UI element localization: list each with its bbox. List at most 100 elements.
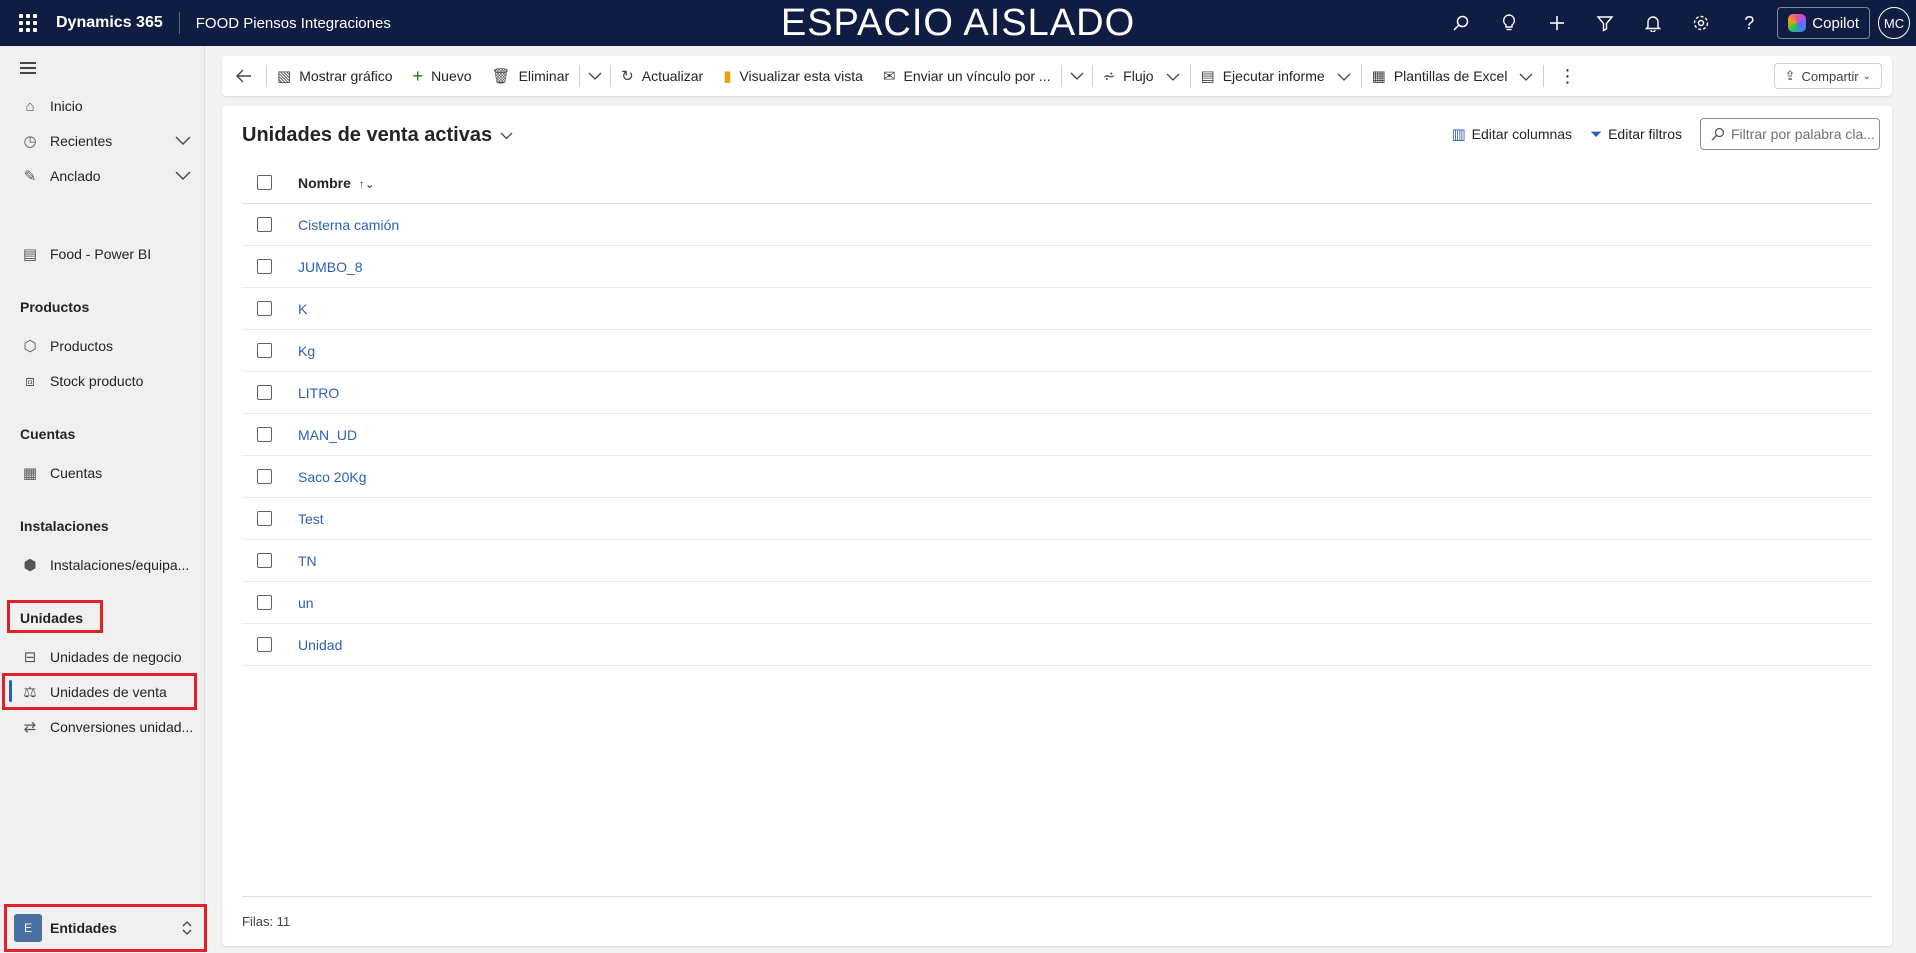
data-grid: Nombre ↑⌄ Cisterna camión JUMBO_8 K Kg L… [242, 162, 1872, 666]
row-checkbox[interactable] [257, 637, 272, 652]
sidebar-item-label: Productos [50, 338, 114, 354]
table-row[interactable]: LITRO [242, 372, 1872, 414]
table-row[interactable]: MAN_UD [242, 414, 1872, 456]
delete-button[interactable]: 🗑 Eliminar [482, 56, 580, 96]
row-link[interactable]: Test [298, 511, 324, 527]
sidebar-item-power-bi[interactable]: ▤ Food - Power BI [0, 237, 205, 271]
area-switcher[interactable]: E Entidades [7, 908, 205, 948]
hamburger-menu-icon[interactable] [20, 62, 36, 74]
sidebar-item-unidades-negocio[interactable]: ⊟ Unidades de negocio [0, 640, 205, 674]
sidebar-item-cuentas[interactable]: ▦ Cuentas [0, 456, 205, 490]
gear-icon[interactable] [1677, 0, 1725, 46]
search-input[interactable]: Filtrar por palabra cla... [1700, 118, 1880, 150]
sidebar-item-inicio[interactable]: ⌂ Inicio [0, 89, 205, 123]
search-icon [1711, 127, 1725, 141]
view-title: Unidades de venta activas [242, 124, 493, 146]
avatar[interactable]: MC [1878, 7, 1910, 39]
visualize-view-button[interactable]: ▮ Visualizar esta vista [713, 56, 873, 96]
row-checkbox[interactable] [257, 511, 272, 526]
sidebar-item-stock-producto[interactable]: ⧈ Stock producto [0, 364, 205, 398]
table-row[interactable]: un [242, 582, 1872, 624]
table-row[interactable]: Unidad [242, 624, 1872, 666]
new-button[interactable]: + Nuevo [403, 56, 482, 96]
app-name[interactable]: FOOD Piensos Integraciones [180, 15, 391, 32]
row-link[interactable]: Unidad [298, 637, 342, 653]
excel-templates-button[interactable]: ▦ Plantillas de Excel [1362, 56, 1544, 96]
row-checkbox[interactable] [257, 427, 272, 442]
row-checkbox[interactable] [257, 259, 272, 274]
sidebar-item-label: Unidades de negocio [50, 649, 182, 665]
row-count: Filas: 11 [242, 914, 291, 929]
row-link[interactable]: JUMBO_8 [298, 259, 363, 275]
report-icon: ▤ [1200, 68, 1215, 85]
show-chart-button[interactable]: ▧ Mostrar gráfico [267, 56, 403, 96]
sidebar-item-label: Conversiones unidad... [50, 719, 194, 735]
more-options-icon[interactable]: ⋮ [1544, 56, 1590, 96]
button-label: Eliminar [518, 68, 570, 84]
row-checkbox[interactable] [257, 385, 272, 400]
table-row[interactable]: TN [242, 540, 1872, 582]
bell-icon[interactable] [1629, 0, 1677, 46]
table-row[interactable]: JUMBO_8 [242, 246, 1872, 288]
edit-filters-button[interactable]: ⏷ Editar filtros [1590, 126, 1682, 143]
sidebar-item-label: Cuentas [50, 465, 103, 481]
row-checkbox[interactable] [257, 301, 272, 316]
row-link[interactable]: MAN_UD [298, 427, 357, 443]
filter-icon[interactable] [1581, 0, 1629, 46]
chevron-down-icon[interactable] [1062, 69, 1092, 83]
waffle-icon[interactable] [0, 0, 56, 46]
row-link[interactable]: TN [298, 553, 317, 569]
run-report-button[interactable]: ▤ Ejecutar informe [1191, 56, 1361, 96]
plus-icon[interactable] [1533, 0, 1581, 46]
table-row[interactable]: Saco 20Kg [242, 456, 1872, 498]
brand-name[interactable]: Dynamics 365 [56, 12, 180, 34]
share-button[interactable]: ⇪ Compartir ⌄ [1773, 63, 1882, 89]
copilot-button[interactable]: Copilot [1777, 7, 1870, 39]
section-title-productos: Productos [20, 299, 90, 315]
row-checkbox[interactable] [257, 469, 272, 484]
sidebar-item-conversiones[interactable]: ⇄ Conversiones unidad... [0, 710, 205, 744]
view-selector[interactable]: Unidades de venta activas [242, 124, 513, 147]
send-link-button[interactable]: ✉ Enviar un vínculo por ... [873, 56, 1061, 96]
sidebar-item-recientes[interactable]: ◷ Recientes [0, 124, 205, 158]
row-checkbox[interactable] [257, 553, 272, 568]
chevron-down-icon[interactable] [175, 169, 191, 183]
sidebar-item-label: Stock producto [50, 373, 144, 389]
sidebar-item-anclado[interactable]: ✎ Anclado [0, 159, 205, 193]
lightbulb-icon[interactable] [1485, 0, 1533, 46]
sidebar-item-unidades-venta[interactable]: ⚖ Unidades de venta [0, 675, 205, 709]
table-row[interactable]: Cisterna camión [242, 204, 1872, 246]
select-all-checkbox[interactable] [257, 175, 272, 190]
home-icon: ⌂ [25, 97, 35, 115]
refresh-button[interactable]: ↻ Actualizar [611, 56, 713, 96]
help-icon[interactable]: ? [1725, 0, 1773, 46]
chevron-down-icon[interactable] [580, 69, 610, 83]
row-link[interactable]: Saco 20Kg [298, 469, 367, 485]
button-label: Visualizar esta vista [739, 68, 863, 84]
table-row[interactable]: K [242, 288, 1872, 330]
row-checkbox[interactable] [257, 343, 272, 358]
sidebar-item-instalaciones[interactable]: ⬢ Instalaciones/equipa... [0, 548, 205, 582]
row-link[interactable]: K [298, 301, 307, 317]
report-icon: ▤ [22, 246, 38, 263]
row-link[interactable]: Cisterna camión [298, 217, 399, 233]
row-link[interactable]: LITRO [298, 385, 339, 401]
sidebar-item-productos[interactable]: ⬡ Productos [0, 329, 205, 363]
table-row[interactable]: Test [242, 498, 1872, 540]
row-link[interactable]: Kg [298, 343, 315, 359]
column-header-nombre[interactable]: Nombre ↑⌄ [298, 175, 375, 191]
chevron-down-icon: ⌄ [1862, 70, 1871, 82]
row-link[interactable]: un [298, 595, 314, 611]
row-checkbox[interactable] [257, 595, 272, 610]
search-icon[interactable] [1437, 0, 1485, 46]
back-button[interactable] [222, 56, 266, 96]
row-checkbox[interactable] [257, 217, 272, 232]
button-label: Nuevo [431, 68, 472, 84]
table-row[interactable]: Kg [242, 330, 1872, 372]
unit-icon: ⚖ [23, 684, 37, 701]
edit-columns-button[interactable]: ▥ Editar columnas [1451, 125, 1572, 143]
chevron-down-icon [1166, 68, 1180, 84]
chevron-down-icon[interactable] [175, 134, 191, 148]
flow-button[interactable]: ⩫ Flujo [1093, 56, 1190, 96]
chevron-updown-icon[interactable] [181, 920, 193, 936]
